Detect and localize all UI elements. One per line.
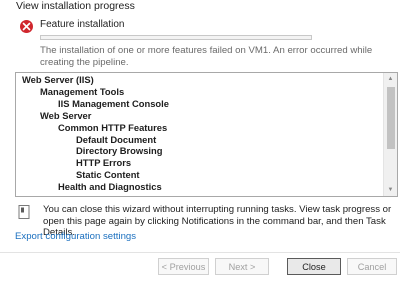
window-title: View installation progress (16, 0, 135, 12)
cancel-button[interactable]: Cancel (347, 258, 397, 275)
footer-divider (0, 252, 400, 253)
tree-item: HTTP Errors (76, 157, 132, 169)
error-icon (20, 20, 33, 33)
close-button[interactable]: Close (287, 258, 341, 275)
tree-item: Management Tools (40, 85, 125, 97)
tree-item: Web Server (40, 109, 92, 121)
scroll-up-arrow-icon[interactable]: ▲ (384, 73, 397, 85)
tree-item: Static Content (76, 169, 140, 181)
previous-button[interactable]: < Previous (158, 258, 209, 275)
tree-item: Default Document (76, 133, 157, 145)
status-message: The installation of one or more features… (40, 45, 373, 68)
feature-tree-list: Web Server (IIS) Management Tools IIS Mana… (16, 73, 383, 196)
tree-item: Directory Browsing (76, 145, 163, 157)
export-configuration-link[interactable]: Export configuration settings (15, 231, 136, 242)
tree-item: Health and Diagnostics (58, 181, 162, 193)
scroll-down-arrow-icon[interactable]: ▼ (384, 184, 397, 196)
info-note-icon (18, 205, 31, 220)
tree-item: Common HTTP Features (58, 121, 168, 133)
vertical-scrollbar[interactable]: ▲ ▼ (383, 73, 397, 196)
installation-progress-bar (40, 35, 312, 40)
tree-item: Web Server (IIS) (22, 74, 94, 85)
tree-item: IIS Management Console (58, 97, 169, 109)
feature-tree[interactable]: Web Server (IIS) Management Tools IIS Mana… (15, 72, 398, 197)
next-button[interactable]: Next > (215, 258, 269, 275)
feature-installation-label: Feature installation (40, 19, 125, 30)
scroll-thumb[interactable] (387, 87, 395, 149)
